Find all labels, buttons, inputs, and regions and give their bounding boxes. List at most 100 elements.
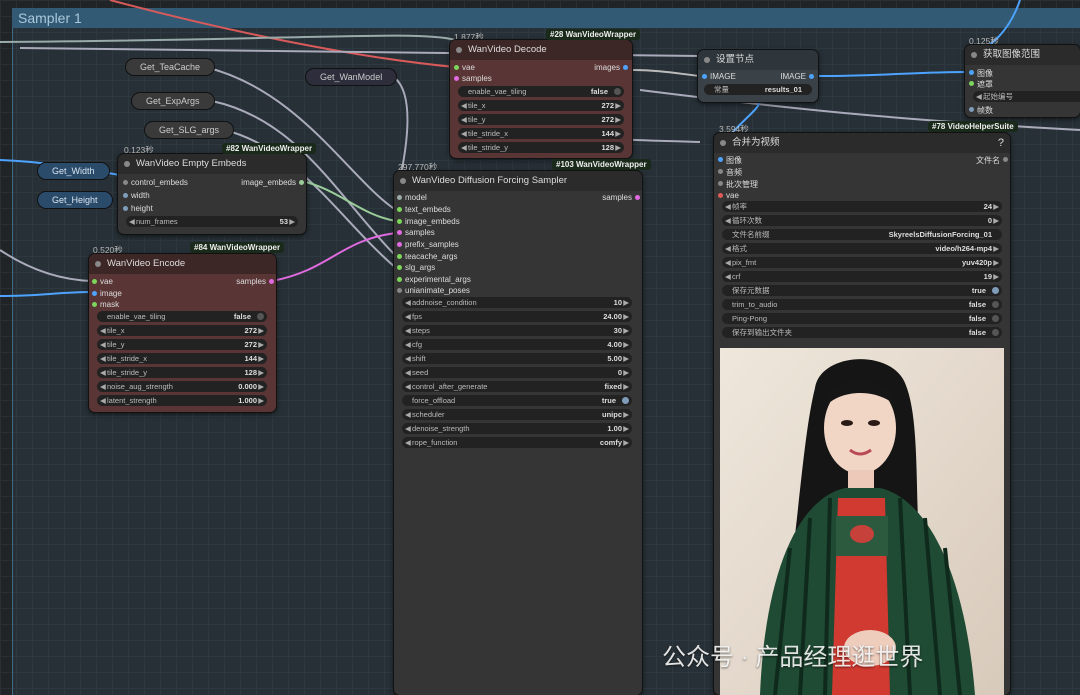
decode-input-vae[interactable]: vae — [454, 63, 475, 72]
decode-enable-vae-tiling[interactable]: enable_vae_tiling false — [458, 86, 624, 97]
decode-tile-stride-x[interactable]: ◀ tile_stride_x 144 ▶ — [458, 128, 624, 139]
get-wanmodel-label: Get_WanModel — [320, 72, 383, 82]
video-crf[interactable]: ◀ crf 19 ▶ — [722, 271, 1002, 282]
video-input-audio[interactable]: 音频 — [718, 167, 742, 178]
encode-tile-stride-x[interactable]: ◀ tile_stride_x 144 ▶ — [97, 353, 267, 364]
decode-tile-x[interactable]: ◀ tile_x 272 ▶ — [458, 100, 624, 111]
image-range-node[interactable]: 获取图像范围 图像 遮罩 ◀ 起始编号 帧数 — [965, 45, 1080, 117]
sampler-seed[interactable]: ◀ seed 0 ▶ — [402, 367, 632, 378]
video-pix-fmt[interactable]: ◀ pix_fmt yuv420p ▶ — [722, 257, 1002, 268]
encode-input-image[interactable]: image — [92, 289, 122, 298]
video-save-metadata[interactable]: 保存元数据 true — [722, 285, 1002, 296]
sampler-input-samples[interactable]: samples — [397, 228, 435, 237]
encode-latent-strength[interactable]: ◀ latent_strength 1.000 ▶ — [97, 395, 267, 406]
video-frame-rate[interactable]: ◀ 帧率 24 ▶ — [722, 201, 1002, 212]
sampler-force-offload[interactable]: force_offload true — [402, 395, 632, 406]
encode-output-samples[interactable]: samples — [236, 277, 274, 286]
decode-tile-stride-y[interactable]: ◀ tile_stride_y 128 ▶ — [458, 142, 624, 153]
encode-enable-vae-tiling[interactable]: enable_vae_tiling false — [97, 311, 267, 322]
set-node-constant[interactable]: 常量 results_01 — [704, 84, 812, 95]
range-frames[interactable]: 帧数 — [969, 105, 993, 116]
sampler-input-text-embeds[interactable]: text_embeds — [397, 205, 451, 214]
set-node[interactable]: 设置节点 IMAGE IMAGE 常量 results_01 — [698, 50, 818, 102]
video-output-filenames[interactable]: 文件名 — [976, 155, 1008, 166]
decode-title[interactable]: WanVideo Decode — [450, 40, 632, 60]
sampler-output-samples[interactable]: samples — [602, 193, 640, 202]
encode-tile-y[interactable]: ◀ tile_y 272 ▶ — [97, 339, 267, 350]
embeds-input-height[interactable]: height — [123, 204, 153, 213]
range-start-index[interactable]: ◀ 起始编号 — [973, 91, 1080, 102]
embeds-badge: #82 WanVideoWrapper — [222, 143, 317, 154]
wire-gray — [0, 249, 93, 282]
sampler-input-prefix-samples[interactable]: prefix_samples — [397, 240, 459, 249]
sampler-rope-function[interactable]: ◀ rope_function comfy ▶ — [402, 437, 632, 448]
encode-tile-x[interactable]: ◀ tile_x 272 ▶ — [97, 325, 267, 336]
get-teacache-node[interactable]: Get_TeaCache — [126, 59, 215, 75]
encode-noise-aug-strength[interactable]: ◀ noise_aug_strength 0.000 ▶ — [97, 381, 267, 392]
video-input-batch-manager[interactable]: 批次管理 — [718, 179, 758, 190]
get-slgargs-node[interactable]: Get_SLG_args — [145, 122, 234, 138]
sampler-input-slg-args[interactable]: slg_args — [397, 263, 435, 272]
range-title[interactable]: 获取图像范围 — [965, 45, 1080, 65]
wire-blue — [0, 291, 93, 297]
sampler-control-after-generate[interactable]: ◀ control_after_generate fixed ▶ — [402, 381, 632, 392]
get-wanmodel-node[interactable]: Get_WanModel — [306, 69, 397, 85]
get-height-node[interactable]: Get_Height — [38, 192, 112, 208]
sampler-input-image-embeds[interactable]: image_embeds — [397, 217, 460, 226]
help-icon[interactable]: ? — [998, 133, 1004, 153]
sampler-input-teacache-args[interactable]: teacache_args — [397, 252, 457, 261]
set-node-output-image[interactable]: IMAGE — [780, 72, 814, 81]
sampler-input-unianimate-poses[interactable]: unianimate_poses — [397, 286, 470, 295]
sampler-title[interactable]: WanVideo Diffusion Forcing Sampler — [394, 171, 642, 191]
embeds-input-width[interactable]: width — [123, 191, 150, 200]
set-node-title[interactable]: 设置节点 — [698, 50, 818, 70]
decode-output-images[interactable]: images — [594, 63, 628, 72]
set-node-input-image[interactable]: IMAGE — [702, 72, 736, 81]
sampler-scheduler[interactable]: ◀ scheduler unipc ▶ — [402, 409, 632, 420]
video-format[interactable]: ◀ 格式 video/h264-mp4 ▶ — [722, 243, 1002, 254]
wanvideo-decode-node[interactable]: WanVideo Decode vae samples images enabl… — [450, 40, 632, 158]
encode-input-mask[interactable]: mask — [92, 300, 119, 309]
encode-title[interactable]: WanVideo Encode — [89, 254, 276, 274]
video-ping-pong[interactable]: Ping-Pong false — [722, 313, 1002, 324]
sampler-steps[interactable]: ◀ steps 30 ▶ — [402, 325, 632, 336]
decode-input-samples[interactable]: samples — [454, 74, 492, 83]
encode-tile-stride-y[interactable]: ◀ tile_stride_y 128 ▶ — [97, 367, 267, 378]
embeds-output[interactable]: image_embeds — [241, 178, 304, 187]
embeds-title[interactable]: WanVideo Empty Embeds — [118, 154, 306, 174]
sampler-input-experimental-args[interactable]: experimental_args — [397, 275, 471, 284]
sampler-input-model[interactable]: model — [397, 193, 427, 202]
embeds-input-control[interactable]: control_embeds — [123, 178, 188, 187]
watermark-text: 公众号 · 产品经理逛世界 — [662, 644, 924, 671]
video-save-output[interactable]: 保存到输出文件夹 false — [722, 327, 1002, 338]
video-loop-count[interactable]: ◀ 循环次数 0 ▶ — [722, 215, 1002, 226]
get-expargs-node[interactable]: Get_ExpArgs — [132, 93, 214, 109]
wanvideo-encode-node[interactable]: WanVideo Encode vae image mask samples e… — [89, 254, 276, 412]
video-title[interactable]: 合并为视频? — [714, 133, 1010, 153]
embeds-num-frames[interactable]: ◀ num_frames 53 ▶ — [126, 216, 298, 227]
get-height-label: Get_Height — [52, 195, 98, 205]
wire-pink — [271, 232, 397, 282]
empty-embeds-node[interactable]: WanVideo Empty Embeds control_embeds wid… — [118, 154, 306, 234]
video-badge: #78 VideoHelperSuite — [928, 121, 1018, 132]
decode-badge: #28 WanVideoWrapper — [546, 29, 641, 40]
range-input-image[interactable]: 图像 — [969, 68, 993, 79]
video-input-image[interactable]: 图像 — [718, 155, 742, 166]
get-width-node[interactable]: Get_Width — [38, 163, 109, 179]
get-slgargs-label: Get_SLG_args — [159, 125, 220, 135]
sampler-addnoise-condition[interactable]: ◀ addnoise_condition 10 ▶ — [402, 297, 632, 308]
diffusion-sampler-node[interactable]: WanVideo Diffusion Forcing Sampler model… — [394, 171, 642, 695]
video-filename-prefix[interactable]: 文件名前缀 SkyreelsDiffusionForcing_01 — [722, 229, 1002, 240]
sampler-shift[interactable]: ◀ shift 5.00 ▶ — [402, 353, 632, 364]
get-expargs-label: Get_ExpArgs — [146, 96, 200, 106]
wire-blue — [817, 71, 966, 77]
video-input-vae[interactable]: vae — [718, 191, 739, 200]
range-input-mask[interactable]: 遮罩 — [969, 79, 993, 90]
sampler-fps[interactable]: ◀ fps 24.00 ▶ — [402, 311, 632, 322]
sampler-cfg[interactable]: ◀ cfg 4.00 ▶ — [402, 339, 632, 350]
decode-tile-y[interactable]: ◀ tile_y 272 ▶ — [458, 114, 624, 125]
video-trim-to-audio[interactable]: trim_to_audio false — [722, 299, 1002, 310]
get-teacache-label: Get_TeaCache — [140, 62, 201, 72]
encode-input-vae[interactable]: vae — [92, 277, 113, 286]
sampler-denoise-strength[interactable]: ◀ denoise_strength 1.00 ▶ — [402, 423, 632, 434]
